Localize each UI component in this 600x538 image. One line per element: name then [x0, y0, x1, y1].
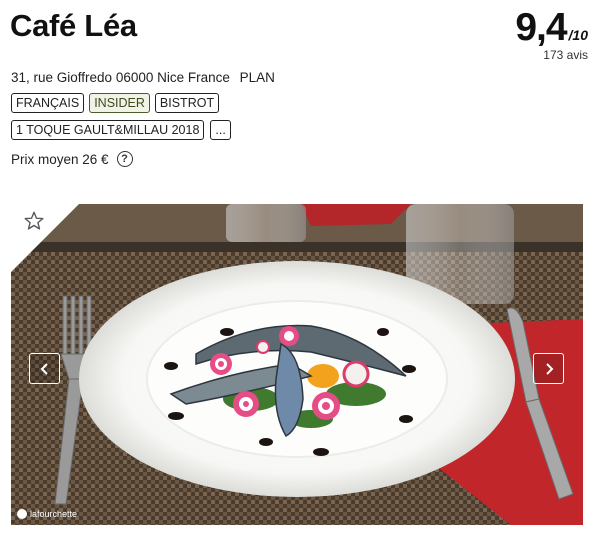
- restaurant-name: Café Léa: [10, 8, 137, 43]
- tag-francais[interactable]: FRANÇAIS: [11, 93, 85, 113]
- review-count[interactable]: 173 avis: [515, 48, 588, 62]
- map-link[interactable]: PLAN: [240, 70, 275, 85]
- tag-insider[interactable]: INSIDER: [89, 93, 150, 113]
- chevron-left-icon: [40, 362, 48, 375]
- previous-photo-button[interactable]: [29, 353, 60, 384]
- tags-row-1: FRANÇAIS INSIDER BISTROT: [11, 93, 220, 113]
- rating-scale: /10: [568, 27, 588, 43]
- rating-score: 9,4: [515, 6, 567, 49]
- tags-row-2: 1 TOQUE GAULT&MILLAU 2018 ...: [11, 120, 231, 140]
- lafourchette-logo-icon: [17, 509, 27, 519]
- price-text: Prix moyen 26 €: [11, 151, 109, 167]
- restaurant-photo[interactable]: lafourchette: [11, 204, 583, 525]
- address-line: 31, rue Gioffredo 06000 Nice France PLAN: [11, 70, 275, 85]
- star-icon[interactable]: [23, 210, 45, 232]
- photo-watermark: lafourchette: [17, 509, 77, 519]
- watermark-text: lafourchette: [30, 509, 78, 519]
- dish-photo-illustration: [11, 204, 583, 525]
- question-circle-icon[interactable]: ?: [116, 151, 133, 167]
- more-tags-button[interactable]: ...: [210, 120, 231, 140]
- average-price: Prix moyen 26 € ?: [11, 151, 133, 167]
- rating-block: 9,4/10 173 avis: [515, 6, 588, 62]
- tag-bistrot[interactable]: BISTROT: [154, 93, 220, 113]
- chevron-right-icon: [545, 362, 553, 375]
- address-text: 31, rue Gioffredo 06000 Nice France: [11, 70, 230, 85]
- photo-corner: [11, 204, 79, 272]
- next-photo-button[interactable]: [533, 353, 564, 384]
- tag-gault-millau[interactable]: 1 TOQUE GAULT&MILLAU 2018: [11, 120, 205, 140]
